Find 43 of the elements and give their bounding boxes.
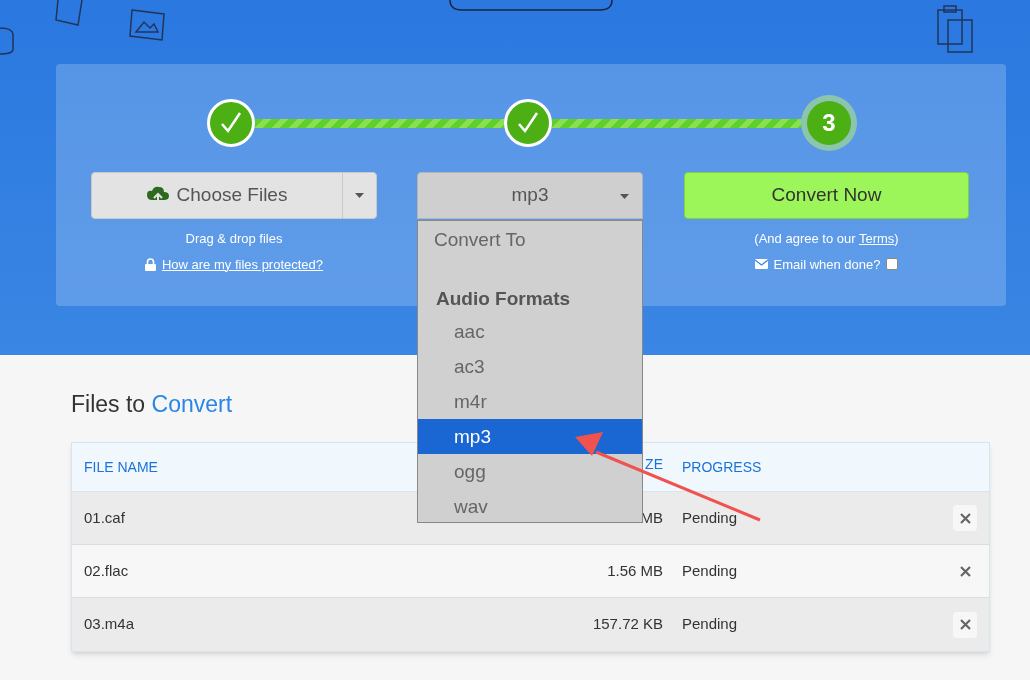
menu-group-label: Audio Formats <box>435 287 572 311</box>
menu-option[interactable]: ogg <box>418 454 642 489</box>
close-icon <box>959 565 971 577</box>
menu-option[interactable]: ac3 <box>418 349 642 384</box>
column-header: FILE NAME <box>84 457 158 477</box>
drag-hint: Drag & drop files <box>185 230 283 248</box>
table-cell-text: 02.flac <box>84 560 129 581</box>
tray-outline-icon <box>448 0 614 12</box>
remove-button[interactable] <box>953 505 977 531</box>
outline-shape-icon <box>0 26 16 56</box>
email-label: Email when done? <box>773 255 881 274</box>
table-cell-text: Pending <box>682 507 738 528</box>
caret-icon <box>355 193 364 198</box>
close-icon <box>959 512 971 524</box>
column-header: PROGRESS <box>682 457 762 477</box>
table-cell-text: 03.m4a <box>84 614 135 635</box>
caret-icon <box>620 194 629 199</box>
envelope-icon <box>754 259 768 270</box>
step-number: 3 <box>801 95 857 151</box>
protection-link[interactable]: How are my files protected? <box>161 254 324 274</box>
lock-icon <box>144 257 156 271</box>
step-check-icon <box>504 99 552 147</box>
email-checkbox[interactable] <box>886 258 899 271</box>
table-cell-text: 157.72 KB <box>592 614 663 635</box>
menu-option[interactable]: mp3 <box>418 419 642 454</box>
section-title: Files to Convert <box>71 390 233 418</box>
close-icon <box>959 619 971 630</box>
remove-button[interactable] <box>953 611 977 638</box>
terms-note: (And agree to our Terms) <box>754 230 899 248</box>
terms-link[interactable]: Terms <box>858 231 895 246</box>
table-cell-text: Pending <box>682 560 738 581</box>
convert-now-button[interactable]: Convert Now <box>684 172 969 219</box>
column-header: ZE <box>645 454 663 474</box>
menu-option[interactable]: aac <box>418 314 642 349</box>
menu-heading: Convert To <box>433 228 527 252</box>
menu-option[interactable]: m4r <box>418 384 642 419</box>
menu-option[interactable]: wav <box>418 489 642 522</box>
table-cell-text: 01.caf <box>84 507 125 528</box>
step-check-icon <box>207 99 255 147</box>
table-cell-text: Pending <box>682 614 738 635</box>
image-frame-icon <box>128 8 168 42</box>
format-select[interactable]: mp3 <box>417 172 643 219</box>
table-cell-text: 1.56 MB <box>607 560 663 581</box>
